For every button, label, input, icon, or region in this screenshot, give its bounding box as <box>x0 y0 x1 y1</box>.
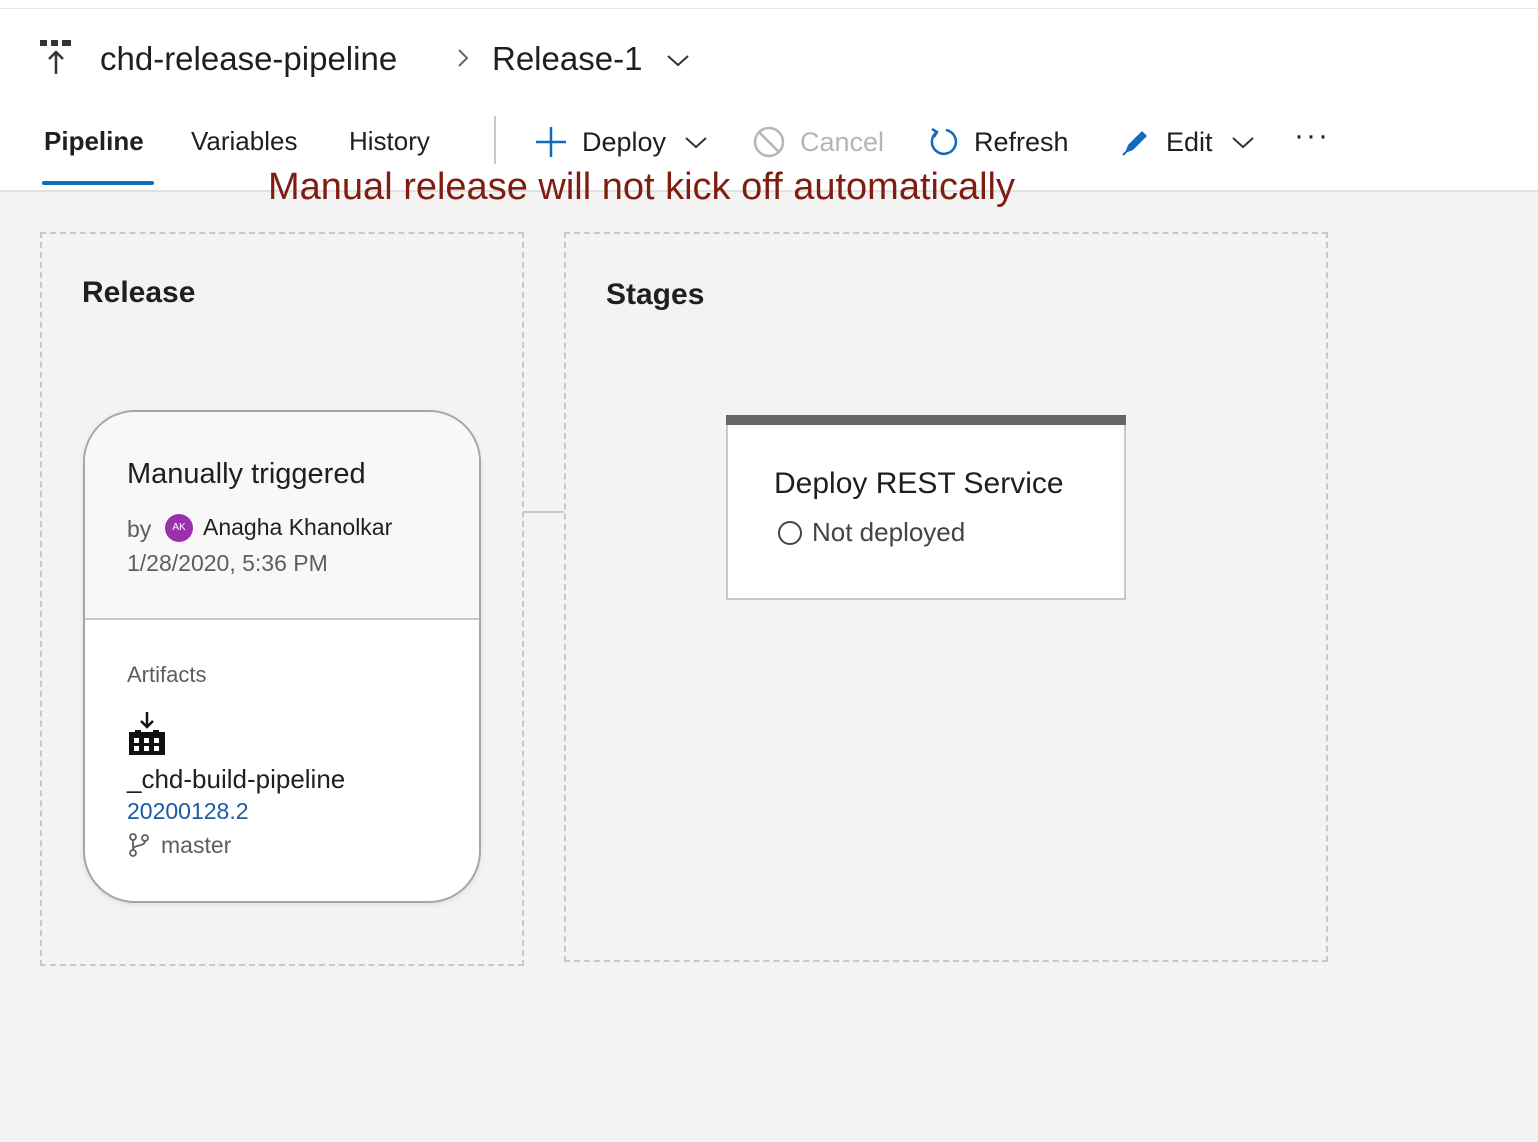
cancel-button[interactable]: Cancel <box>752 124 884 160</box>
release-card[interactable]: Manually triggered by AK Anagha Khanolka… <box>83 410 481 903</box>
artifact-name: _chd-build-pipeline <box>127 764 346 794</box>
release-date: 1/28/2020, 5:36 PM <box>127 550 328 576</box>
header-bar: chd-release-pipeline Release-1 Pipeline … <box>0 0 1538 192</box>
stage-name: Deploy REST Service <box>774 467 1064 500</box>
refresh-icon <box>930 127 958 156</box>
trigger-text: Manually triggered <box>127 458 366 490</box>
avatar: AK <box>165 514 193 542</box>
cancel-icon <box>753 126 785 158</box>
cancel-label: Cancel <box>800 126 885 157</box>
artifacts-label: Artifacts <box>127 662 207 687</box>
chevron-down-icon[interactable] <box>666 52 690 68</box>
refresh-button[interactable]: Refresh <box>928 124 1069 160</box>
stage-status: Not deployed <box>812 517 966 547</box>
stage-card[interactable]: Deploy REST Service Not deployed <box>726 415 1126 600</box>
tab-pipeline[interactable]: Pipeline <box>44 126 144 157</box>
annotation-text: Manual release will not kick off automat… <box>268 166 1015 208</box>
top-divider <box>0 8 1538 9</box>
refresh-label: Refresh <box>974 126 1069 157</box>
connector-line <box>524 511 564 513</box>
chevron-down-icon <box>1231 137 1254 149</box>
not-deployed-icon <box>778 521 802 545</box>
release-panel-title: Release <box>82 276 196 309</box>
pencil-icon <box>1122 131 1147 156</box>
toolbar-separator <box>494 116 496 164</box>
plus-icon <box>536 127 566 157</box>
breadcrumb-release[interactable]: Release-1 <box>492 40 642 78</box>
edit-button[interactable]: Edit <box>1120 124 1255 160</box>
chevron-right-icon <box>458 49 469 67</box>
artifact-version-link[interactable]: 20200128.2 <box>127 798 249 825</box>
stage-status-bar <box>726 415 1126 425</box>
edit-label: Edit <box>1166 126 1213 157</box>
user-name: Anagha Khanolkar <box>203 514 393 540</box>
tab-history[interactable]: History <box>349 126 430 157</box>
breadcrumb-pipeline[interactable]: chd-release-pipeline <box>100 40 397 78</box>
build-artifact-icon <box>129 712 165 755</box>
release-pipeline-icon <box>40 40 71 74</box>
more-options-button[interactable]: ··· <box>1294 118 1330 154</box>
active-tab-indicator <box>42 181 154 185</box>
branch-icon <box>129 833 149 857</box>
deploy-button[interactable]: Deploy <box>534 124 708 160</box>
chevron-down-icon <box>685 137 707 149</box>
branch-name: master <box>161 832 232 858</box>
tab-variables[interactable]: Variables <box>191 126 297 157</box>
stages-panel-title: Stages <box>606 278 705 311</box>
deploy-label: Deploy <box>582 126 667 157</box>
by-label: by <box>127 516 152 542</box>
